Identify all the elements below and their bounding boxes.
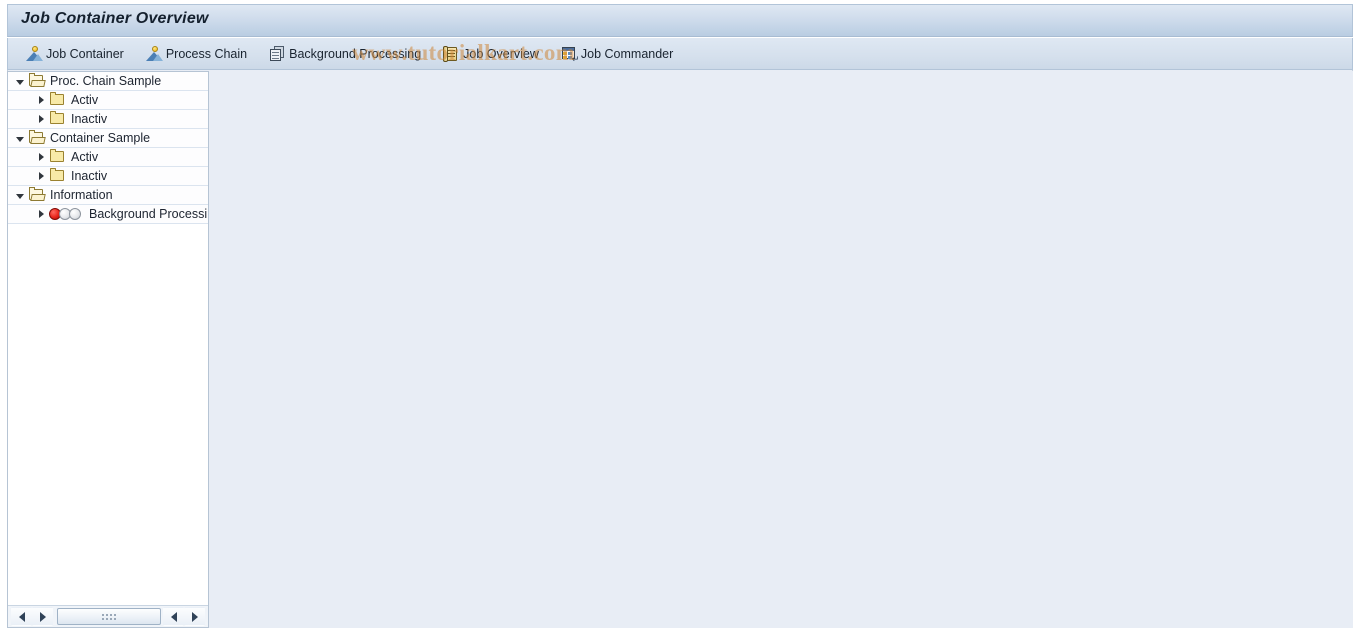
scrollbar-track[interactable] <box>57 608 161 625</box>
tree-item[interactable]: Inactiv <box>8 167 208 186</box>
folder-closed-icon <box>49 92 66 107</box>
chevron-down-icon[interactable] <box>15 133 26 144</box>
chevron-right-icon[interactable] <box>36 152 47 163</box>
toolbar-button-job-overview[interactable]: Job Overview <box>443 43 539 65</box>
content-pane <box>211 71 1353 628</box>
navigation-tree: Proc. Chain Sample Activ Inactiv Container … <box>8 72 208 605</box>
toolbar-button-label: Process Chain <box>165 46 248 61</box>
application-window: Job Container Overview Job Container Proc… <box>0 0 1363 632</box>
chevron-down-icon[interactable] <box>15 76 26 87</box>
person-mountain-icon <box>26 45 43 62</box>
scroll-right-button[interactable] <box>32 607 53 626</box>
chevron-right-icon[interactable] <box>36 95 47 106</box>
tree-item-label: Information <box>50 188 113 202</box>
toolbar-button-label: Job Commander <box>580 46 674 61</box>
folder-open-icon <box>28 73 45 88</box>
chevron-down-icon[interactable] <box>15 190 26 201</box>
toolbar-button-job-container[interactable]: Job Container <box>26 43 124 65</box>
toolbar-button-label: Job Overview <box>463 46 539 61</box>
folder-closed-icon <box>49 149 66 164</box>
navigation-tree-panel: Proc. Chain Sample Activ Inactiv Container … <box>7 71 209 628</box>
tree-horizontal-scrollbar[interactable] <box>8 605 208 627</box>
tree-item-label: Inactiv <box>71 169 108 183</box>
grid-table-icon: ↵ <box>561 46 579 63</box>
scrollbar-thumb[interactable] <box>57 608 161 625</box>
tree-item[interactable]: Proc. Chain Sample <box>8 72 208 91</box>
tree-item[interactable]: Background Processing <box>8 205 208 224</box>
scroll-page-right-button[interactable] <box>184 607 205 626</box>
scrollbar-grip-icon <box>102 613 116 620</box>
person-mountain-icon <box>145 45 163 62</box>
folder-closed-icon <box>49 111 66 126</box>
tree-item[interactable]: Activ <box>8 91 208 110</box>
tree-item[interactable]: Activ <box>8 148 208 167</box>
tree-item[interactable]: Information <box>8 186 208 205</box>
toolbar-button-background-processing[interactable]: Background Processing <box>269 43 421 65</box>
toolbar-button-label: Job Container <box>46 46 124 61</box>
tree-item-label: Background Processing <box>89 207 208 221</box>
tree-item-label: Activ <box>71 93 99 107</box>
tree-item-label: Proc. Chain Sample <box>50 74 162 88</box>
scroll-left-button[interactable] <box>11 607 32 626</box>
tree-item-label: Inactiv <box>71 112 108 126</box>
main-toolbar: Job Container Process Chain Background Pro… <box>7 38 1353 70</box>
tree-item[interactable]: Container Sample <box>8 129 208 148</box>
toolbar-button-label: Background Processing <box>289 46 422 61</box>
document-stack-icon <box>269 45 286 62</box>
scroll-page-left-button[interactable] <box>163 607 184 626</box>
toolbar-button-job-commander[interactable]: ↵ Job Commander <box>561 43 673 65</box>
chevron-right-icon[interactable] <box>36 171 47 182</box>
folder-open-icon <box>28 187 45 202</box>
page-title: Job Container Overview <box>21 10 209 27</box>
chevron-right-icon[interactable] <box>36 209 47 220</box>
toolbar-button-process-chain[interactable]: Process Chain <box>145 43 248 65</box>
traffic-light-red-icon <box>49 207 83 221</box>
folder-open-icon <box>28 130 45 145</box>
tree-item[interactable]: Inactiv <box>8 110 208 129</box>
tree-item-label: Container Sample <box>50 131 151 145</box>
chevron-right-icon[interactable] <box>36 114 47 125</box>
folder-closed-icon <box>49 168 66 183</box>
window-title-bar: Job Container Overview <box>7 4 1353 37</box>
scroll-list-icon <box>443 45 460 62</box>
tree-item-label: Activ <box>71 150 99 164</box>
